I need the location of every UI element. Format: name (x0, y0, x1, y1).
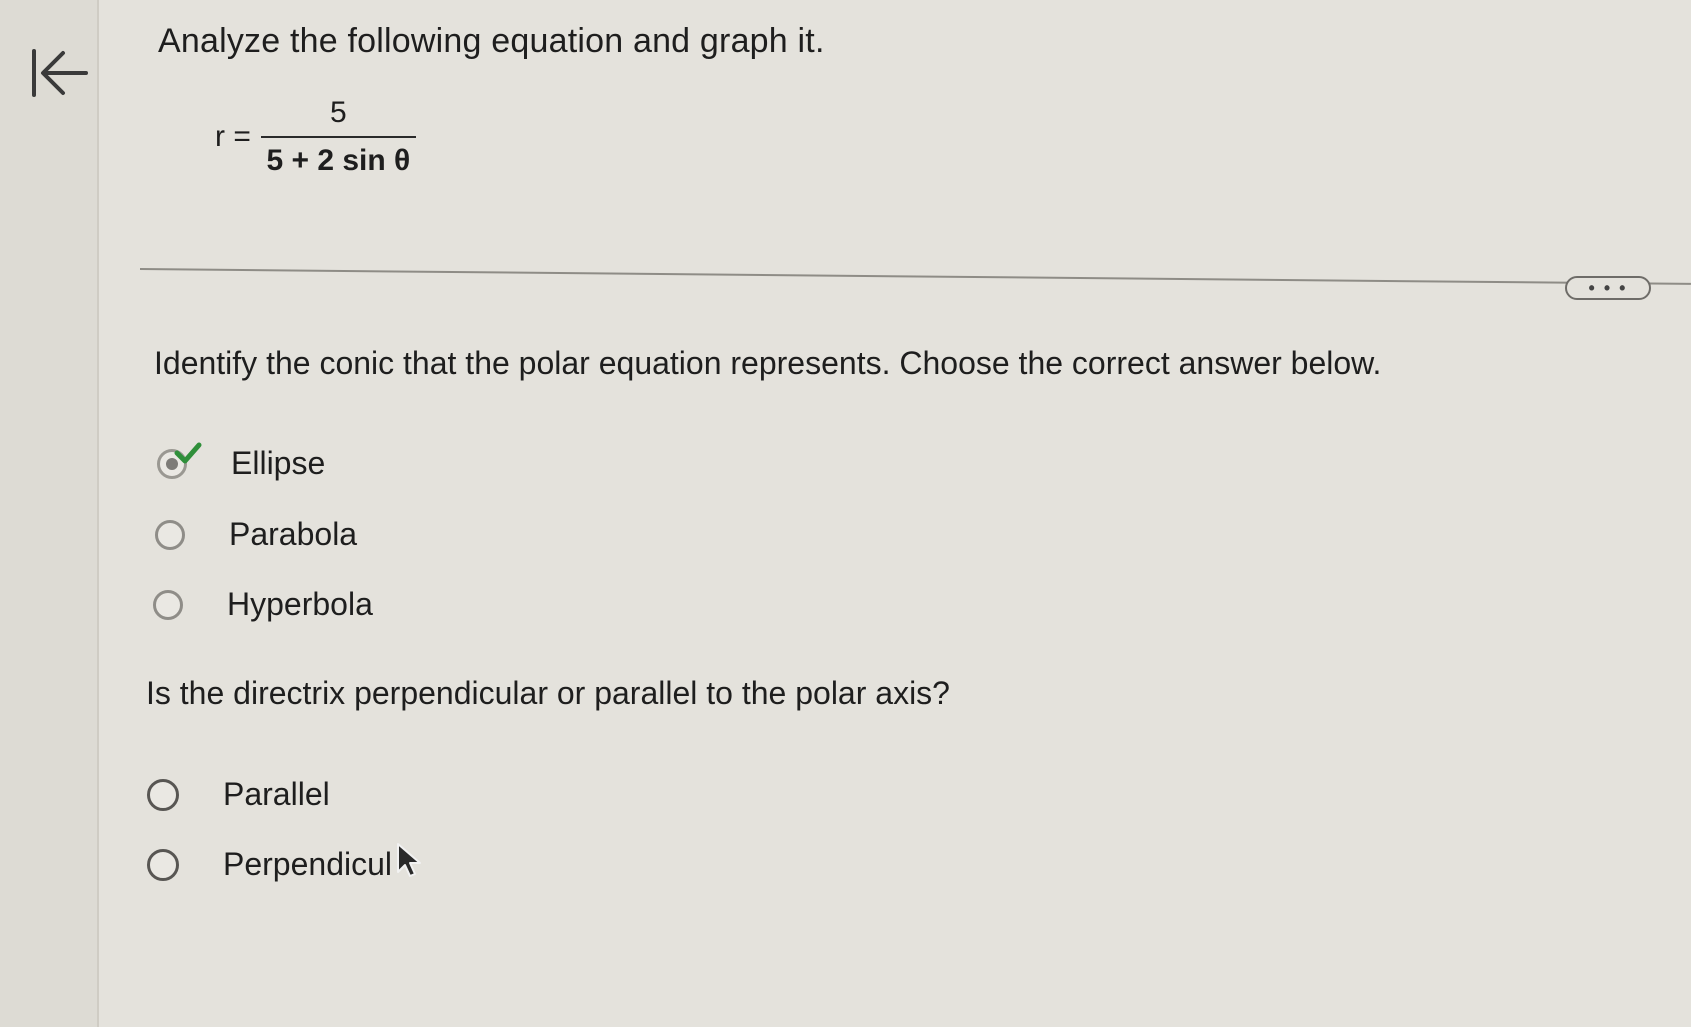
radio-parallel[interactable] (147, 778, 179, 811)
equation-lhs: r = (215, 120, 251, 153)
option-ellipse[interactable]: Ellipse (157, 442, 326, 482)
option-label-hyperbola: Hyperbola (227, 586, 373, 622)
equation-numerator: 5 (330, 96, 347, 129)
mouse-pointer-icon (397, 843, 421, 877)
equation-fraction: 5 5 + 2 sin θ (260, 96, 416, 178)
option-label-perpendicular: Perpendicul (223, 846, 392, 882)
radio-ellipse[interactable] (157, 442, 202, 479)
equation-denominator: 5 + 2 sin θ (266, 144, 411, 177)
left-rail (0, 0, 99, 1027)
question-conic-prompt: Identify the conic that the polar equati… (154, 345, 1382, 381)
more-options-button[interactable]: • • • (1565, 276, 1651, 300)
option-parallel[interactable]: Parallel (147, 776, 330, 813)
radio-parabola[interactable] (155, 519, 185, 550)
option-label-parabola: Parabola (229, 516, 358, 552)
polar-equation: r = 5 5 + 2 sin θ (215, 96, 416, 178)
radio-perpendicular[interactable] (147, 848, 179, 881)
option-hyperbola[interactable]: Hyperbola (153, 586, 373, 623)
check-mark-icon (174, 442, 202, 463)
option-parabola[interactable]: Parabola (155, 516, 357, 553)
section-divider (139, 268, 1691, 285)
radio-hyperbola[interactable] (153, 589, 183, 620)
option-label-parallel: Parallel (223, 776, 330, 812)
option-label-ellipse: Ellipse (231, 445, 326, 481)
question-directrix-prompt: Is the directrix perpendicular or parall… (146, 675, 950, 711)
option-perpendicular[interactable]: Perpendicul (147, 846, 392, 883)
back-to-start-icon[interactable] (30, 45, 92, 103)
problem-title: Analyze the following equation and graph… (158, 22, 825, 60)
